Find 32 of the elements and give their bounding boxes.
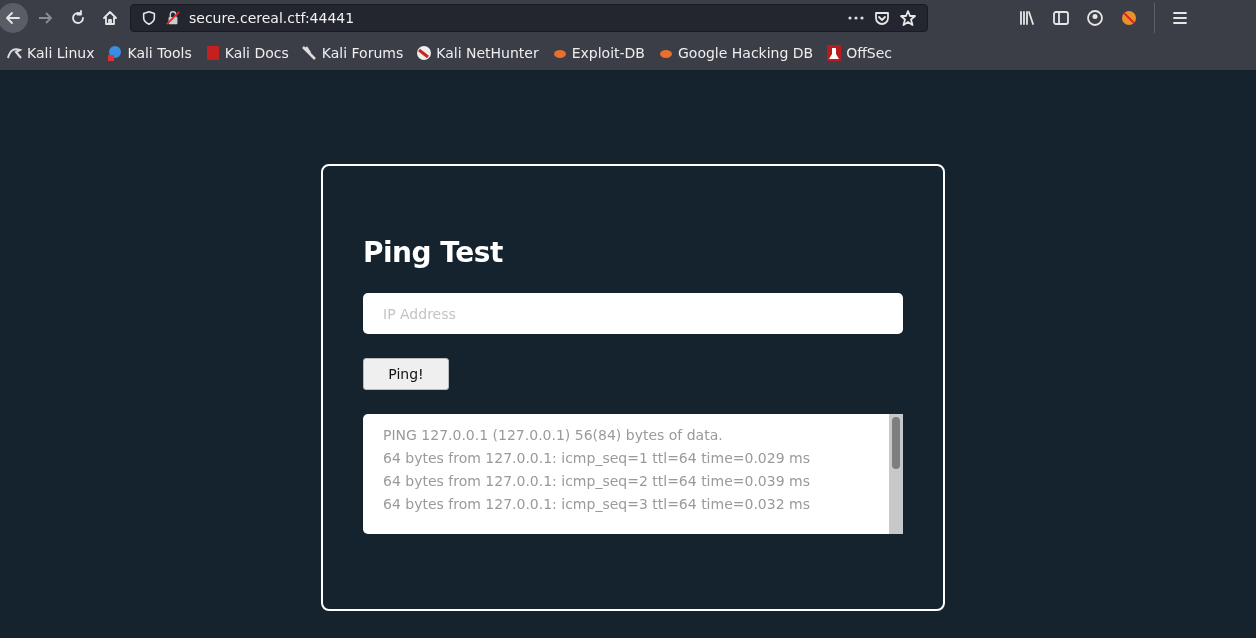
ip-address-field[interactable]: IP Address [363,293,903,334]
star-icon[interactable] [899,9,917,27]
address-bar[interactable]: secure.cereal.ctf:44441 [130,4,928,32]
bookmark-link[interactable]: Kali Docs [203,44,289,62]
bookmark-link[interactable]: Google Hacking DB [657,44,814,62]
home-icon[interactable] [101,9,119,27]
flask-icon [825,44,844,62]
library-icon[interactable] [1018,9,1036,27]
bookmark-link[interactable]: Exploit-DB [550,44,645,62]
bookmark-link[interactable]: Kali Forums [300,44,404,62]
pocket-icon[interactable] [873,9,891,27]
url-text: secure.cereal.ctf:44441 [189,10,355,26]
menu-icon[interactable] [1171,9,1189,27]
broken-lock-icon[interactable] [165,10,181,26]
back-button[interactable] [0,3,28,33]
output-line: 64 bytes from 127.0.0.1: icmp_seq=2 ttl=64 time=0.039 ms [383,472,811,491]
back-arrow-icon[interactable] [4,9,22,27]
output-line: 64 bytes from 127.0.0.1: icmp_seq=3 ttl=64 time=0.032 ms [383,495,811,514]
reload-icon[interactable] [69,9,87,27]
ping-button[interactable]: Ping! [363,358,449,390]
extension-icon[interactable] [1120,9,1138,27]
bookmark-link[interactable]: OffSec [825,44,893,62]
account-icon[interactable] [1086,9,1104,27]
sidebar-icon[interactable] [1052,9,1070,27]
scrollbar[interactable] [889,414,903,534]
bookmark-link[interactable]: Kali Tools [106,44,192,62]
page-title: Ping Test [363,236,504,269]
bookmark-link[interactable]: Kali Linux [6,44,95,62]
output-line: 64 bytes from 127.0.0.1: icmp_seq=1 ttl=64 time=0.029 ms [383,449,811,468]
bookmark-link[interactable]: Kali NetHunter [415,44,539,62]
output-line: PING 127.0.0.1 (127.0.0.1) 56(84) bytes of data. [383,426,724,445]
scrollbar-thumb[interactable] [892,417,900,469]
